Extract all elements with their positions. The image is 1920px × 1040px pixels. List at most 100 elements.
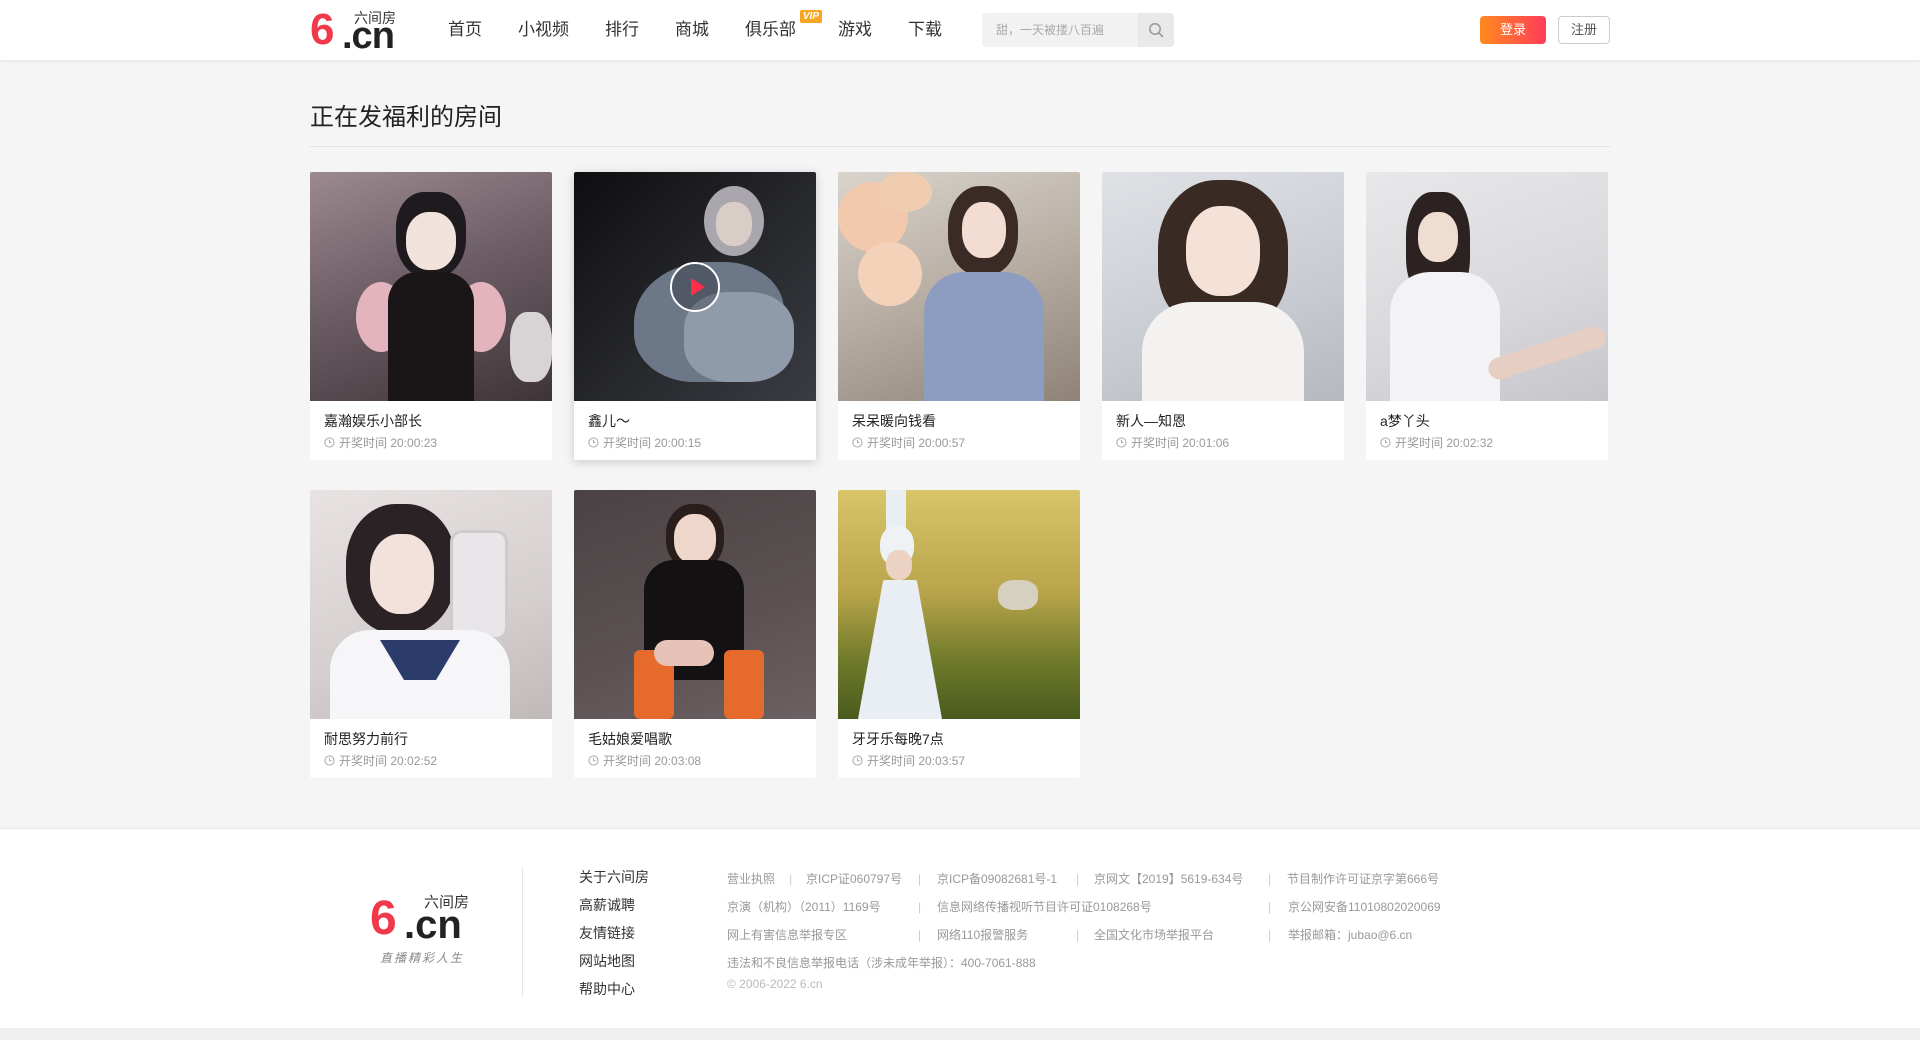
section-divider — [310, 146, 1610, 147]
copyright: © 2006-2022 6.cn — [727, 977, 823, 991]
room-thumbnail — [574, 490, 816, 719]
license-link[interactable]: 节目制作许可证京字第666号 — [1287, 869, 1439, 889]
nav-games[interactable]: 游戏 — [838, 0, 872, 60]
room-card[interactable]: a梦丫头 开奖时间 20:02:32 — [1366, 172, 1608, 460]
license-link[interactable]: 京演（机构）（2011）1169号 — [727, 897, 881, 917]
bottom-strip — [0, 1028, 1920, 1040]
draw-time: 开奖时间 20:02:32 — [1380, 436, 1493, 450]
license-link[interactable]: 全国文化市场举报平台 — [1094, 925, 1214, 945]
footer-link-about[interactable]: 关于六间房 — [579, 863, 649, 891]
footer-divider — [522, 867, 523, 997]
clock-icon — [1380, 437, 1391, 448]
room-thumbnail — [310, 172, 552, 401]
draw-time: 开奖时间 20:01:06 — [1116, 436, 1229, 450]
room-name: 呆呆暖向钱看⁠ — [852, 413, 936, 429]
search-box — [982, 13, 1174, 47]
footer-info-row: 京演（机构）（2011）1169号 | 信息网络传播视听节目许可证0108268… — [727, 897, 1507, 925]
room-card[interactable]: 呆呆暖向钱看⁠ 开奖时间 20:00:57 — [838, 172, 1080, 460]
footer-logo-text: 六间房 — [424, 894, 470, 911]
draw-time-text: 开奖时间 20:00:57 — [867, 436, 966, 450]
clock-icon — [588, 755, 599, 766]
clock-icon — [324, 437, 335, 448]
main-nav: 首页 小视频 排行 商城 俱乐部 VIP 游戏 下载 — [448, 0, 978, 60]
register-button[interactable]: 注册 — [1558, 16, 1610, 44]
nav-mall[interactable]: 商城 — [675, 0, 709, 60]
search-input[interactable] — [982, 13, 1137, 47]
footer-slogan: 直播精彩人生 — [380, 951, 465, 965]
footer-links: 关于六间房 高薪诚聘 友情链接 网站地图 帮助中心 — [579, 863, 649, 1003]
logo-six: 6 — [310, 5, 335, 54]
draw-time: 开奖时间 20:00:23 — [324, 436, 437, 450]
login-button[interactable]: 登录 — [1480, 16, 1546, 44]
search-icon — [1149, 23, 1164, 38]
room-name: 毛姑娘⁠爱唱歌 — [588, 731, 672, 747]
nav-ranking[interactable]: 排行 — [605, 0, 639, 60]
logo-text: 六间房 — [354, 10, 396, 26]
room-card[interactable]: 新人—知恩 开奖时间 20:01:06 — [1102, 172, 1344, 460]
room-thumbnail — [838, 490, 1080, 719]
draw-time: 开奖时间 20:03:57 — [852, 754, 965, 768]
site-logo[interactable]: 6 .cn 六间房 — [310, 5, 400, 57]
license-link[interactable]: 信息网络传播视听节目许可证0108268号 — [937, 897, 1152, 917]
draw-time: 开奖时间 20:00:57 — [852, 436, 965, 450]
room-card[interactable]: 毛姑娘⁠爱唱歌 开奖时间 20:03:08 — [574, 490, 816, 778]
clock-icon — [324, 755, 335, 766]
room-card[interactable]: 牙牙乐⁠每晚7点 开奖时间 20:03:57 — [838, 490, 1080, 778]
draw-time-text: 开奖时间 20:00:15 — [603, 436, 702, 450]
room-thumbnail — [838, 172, 1080, 401]
footer-license-info: 营业执照 | 京ICP证060797号 | 京ICP备09082681号-1 |… — [727, 869, 1507, 981]
room-name: 新人—知恩 — [1116, 413, 1186, 429]
draw-time-text: 开奖时间 20:02:52 — [339, 754, 438, 768]
room-thumbnail — [310, 490, 552, 719]
clock-icon — [1116, 437, 1127, 448]
header-inner: 6 .cn 六间房 首页 小视频 排行 商城 俱乐部 VIP 游戏 下载 甜，一… — [310, 0, 1610, 60]
nav-short-video[interactable]: 小视频 — [518, 0, 569, 60]
draw-time: 开奖时间 20:02:52 — [324, 754, 437, 768]
footer-link-help[interactable]: 帮助中心 — [579, 975, 649, 1003]
footer-logo[interactable]: 6 .cn 六间房 直播精彩人生 — [370, 895, 480, 985]
room-name: 牙牙乐⁠每晚7点 — [852, 731, 944, 747]
report-email[interactable]: 举报邮箱：jubao@6.cn — [1288, 925, 1412, 945]
footer-logo-six: 6 — [370, 892, 397, 945]
license-link[interactable]: 京ICP证060797号 — [806, 869, 902, 889]
footer-link-sitemap[interactable]: 网站地图 — [579, 947, 649, 975]
license-link[interactable]: 网上有害信息举报专区 — [727, 925, 847, 945]
draw-time-text: 开奖时间 20:03:08 — [603, 754, 702, 768]
nav-club[interactable]: 俱乐部 VIP — [745, 0, 822, 60]
play-icon[interactable] — [670, 262, 720, 312]
nav-home[interactable]: 首页 — [448, 0, 482, 60]
clock-icon — [852, 437, 863, 448]
draw-time-text: 开奖时间 20:00:23 — [339, 436, 438, 450]
room-card[interactable]: 鑫儿～ 开奖时间 20:00:15 — [574, 172, 816, 460]
room-thumbnail — [1102, 172, 1344, 401]
nav-club-label: 俱乐部 — [745, 20, 796, 39]
footer-info-row: 违法和不良信息举报电话（涉未成年举报）：400-7061-888 — [727, 953, 1507, 981]
room-name: 嘉瀚娱乐⁠小部长⁠ — [324, 413, 422, 429]
vip-badge: VIP — [799, 10, 822, 23]
room-name: a梦丫头 — [1380, 413, 1430, 429]
license-link[interactable]: 网络110报警服务 — [937, 925, 1028, 945]
footer-link-jobs[interactable]: 高薪诚聘 — [579, 891, 649, 919]
site-footer: 6 .cn 六间房 直播精彩人生 关于六间房 高薪诚聘 友情链接 网站地图 帮助… — [0, 828, 1920, 1028]
draw-time: 开奖时间 20:00:15 — [588, 436, 701, 450]
nav-download[interactable]: 下载 — [908, 0, 942, 60]
license-link[interactable]: 京网文【2019】5619-634号 — [1094, 869, 1243, 889]
report-phone: 违法和不良信息举报电话（涉未成年举报）：400-7061-888 — [727, 956, 1036, 970]
footer-logo-cn: .cn — [404, 903, 462, 947]
footer-link-friends[interactable]: 友情链接 — [579, 919, 649, 947]
draw-time: 开奖时间 20:03:08 — [588, 754, 701, 768]
room-card[interactable]: 耐思努力前行⁠ 开奖时间 20:02:52 — [310, 490, 552, 778]
section-title: 正在发福利的房间 — [310, 104, 502, 131]
license-link[interactable]: 营业执照 — [727, 869, 775, 889]
room-name: 鑫儿～ — [588, 413, 630, 429]
draw-time-text: 开奖时间 20:02:32 — [1395, 436, 1494, 450]
license-link[interactable]: 京ICP备09082681号-1 — [937, 869, 1057, 889]
top-header: 6 .cn 六间房 首页 小视频 排行 商城 俱乐部 VIP 游戏 下载 甜，一… — [0, 0, 1920, 60]
license-link[interactable]: 京公网安备11010802020069 — [1288, 897, 1441, 917]
draw-time-text: 开奖时间 20:01:06 — [1131, 436, 1230, 450]
clock-icon — [588, 437, 599, 448]
room-card[interactable]: 嘉瀚娱乐⁠小部长⁠ 开奖时间 20:00:23 — [310, 172, 552, 460]
draw-time-text: 开奖时间 20:03:57 — [867, 754, 966, 768]
search-button[interactable] — [1138, 13, 1174, 47]
clock-icon — [852, 755, 863, 766]
